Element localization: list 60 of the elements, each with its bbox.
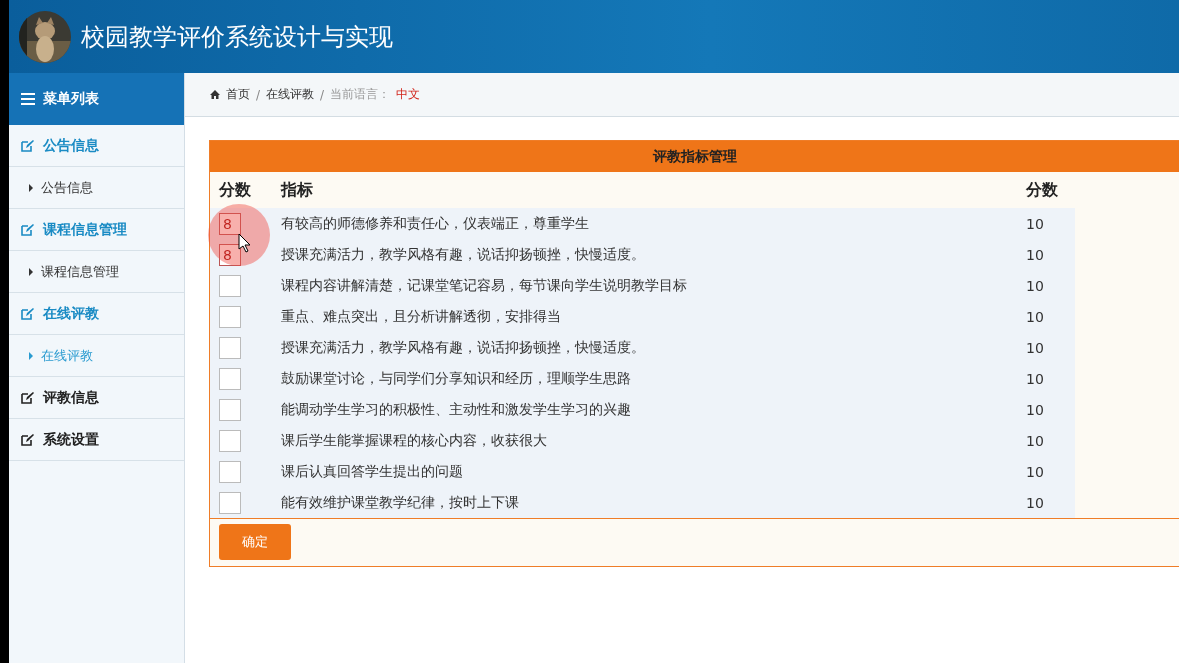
score-input[interactable]: 8: [219, 212, 241, 235]
sidebar-item[interactable]: 系统设置: [9, 419, 184, 461]
score-input[interactable]: [219, 429, 241, 452]
indicator-cell: 能有效维护课堂教学纪律，按时上下课: [272, 487, 1017, 518]
breadcrumb-separator: /: [320, 87, 325, 102]
indicator-cell: 重点、难点突出，且分析讲解透彻，安排得当: [272, 301, 1017, 332]
sidebar-item[interactable]: 在线评教: [9, 335, 184, 377]
max-score-cell: 10: [1017, 239, 1075, 270]
score-input[interactable]: [219, 305, 241, 328]
sidebar-item[interactable]: 公告信息: [9, 125, 184, 167]
sidebar-item[interactable]: 在线评教: [9, 293, 184, 335]
edit-icon: [21, 433, 34, 446]
menu-icon: [21, 93, 35, 105]
max-score-cell: 10: [1017, 425, 1075, 456]
breadcrumb-separator: /: [256, 87, 261, 102]
language-label: 当前语言：: [330, 86, 391, 103]
indicator-cell: 授课充满活力，教学风格有趣，说话抑扬顿挫，快慢适度。: [272, 332, 1017, 363]
indicator-cell: 能调动学生学习的积极性、主动性和激发学生学习的兴趣: [272, 394, 1017, 425]
score-input[interactable]: [219, 367, 241, 390]
max-score-cell: 10: [1017, 270, 1075, 301]
indicator-cell: 课后认真回答学生提出的问题: [272, 456, 1017, 487]
edit-icon: [21, 391, 34, 404]
indicator-cell: 鼓励课堂讨论，与同学们分享知识和经历，理顺学生思路: [272, 363, 1017, 394]
sidebar-item[interactable]: 评教信息: [9, 377, 184, 419]
home-icon: [210, 90, 220, 99]
max-score-cell: 10: [1017, 363, 1075, 394]
click-highlight: [208, 204, 270, 266]
score-input[interactable]: [219, 274, 241, 297]
score-input[interactable]: 8: [219, 243, 241, 266]
sidebar-item[interactable]: 课程信息管理: [9, 209, 184, 251]
caret-icon: [29, 351, 33, 360]
indicator-cell: 课程内容讲解清楚，记课堂笔记容易，每节课向学生说明教学目标: [272, 270, 1017, 301]
edit-icon: [21, 307, 34, 320]
max-score-cell: 10: [1017, 487, 1075, 518]
panel-title: 评教指标管理: [210, 141, 1179, 172]
score-input[interactable]: [219, 460, 241, 483]
confirm-button[interactable]: 确定: [219, 524, 291, 560]
score-input[interactable]: [219, 336, 241, 359]
caret-icon: [29, 267, 33, 276]
language-value: 中文: [396, 86, 421, 103]
score-input[interactable]: [219, 398, 241, 421]
sidebar-item[interactable]: 公告信息: [9, 167, 184, 209]
sidebar-item[interactable]: 课程信息管理: [9, 251, 184, 293]
max-score-cell: 10: [1017, 301, 1075, 332]
edit-icon: [21, 223, 34, 236]
edit-icon: [21, 139, 34, 152]
app-title: 校园教学评价系统设计与实现: [81, 21, 393, 53]
breadcrumb-link[interactable]: 首页: [226, 86, 250, 103]
score-input[interactable]: [219, 491, 241, 514]
menu-title: 菜单列表: [43, 90, 99, 108]
indicator-cell: 有较高的师德修养和责任心，仪表端正，尊重学生: [272, 208, 1017, 239]
cursor-icon: [238, 233, 252, 253]
indicator-cell: 授课充满活力，教学风格有趣，说话抑扬顿挫，快慢适度。: [272, 239, 1017, 270]
max-score-cell: 10: [1017, 208, 1075, 239]
max-score-cell: 10: [1017, 456, 1075, 487]
max-score-cell: 10: [1017, 332, 1075, 363]
breadcrumb-link[interactable]: 在线评教: [266, 86, 315, 103]
indicator-cell: 课后学生能掌握课程的核心内容，收获很大: [272, 425, 1017, 456]
caret-icon: [29, 183, 33, 192]
max-score-cell: 10: [1017, 394, 1075, 425]
